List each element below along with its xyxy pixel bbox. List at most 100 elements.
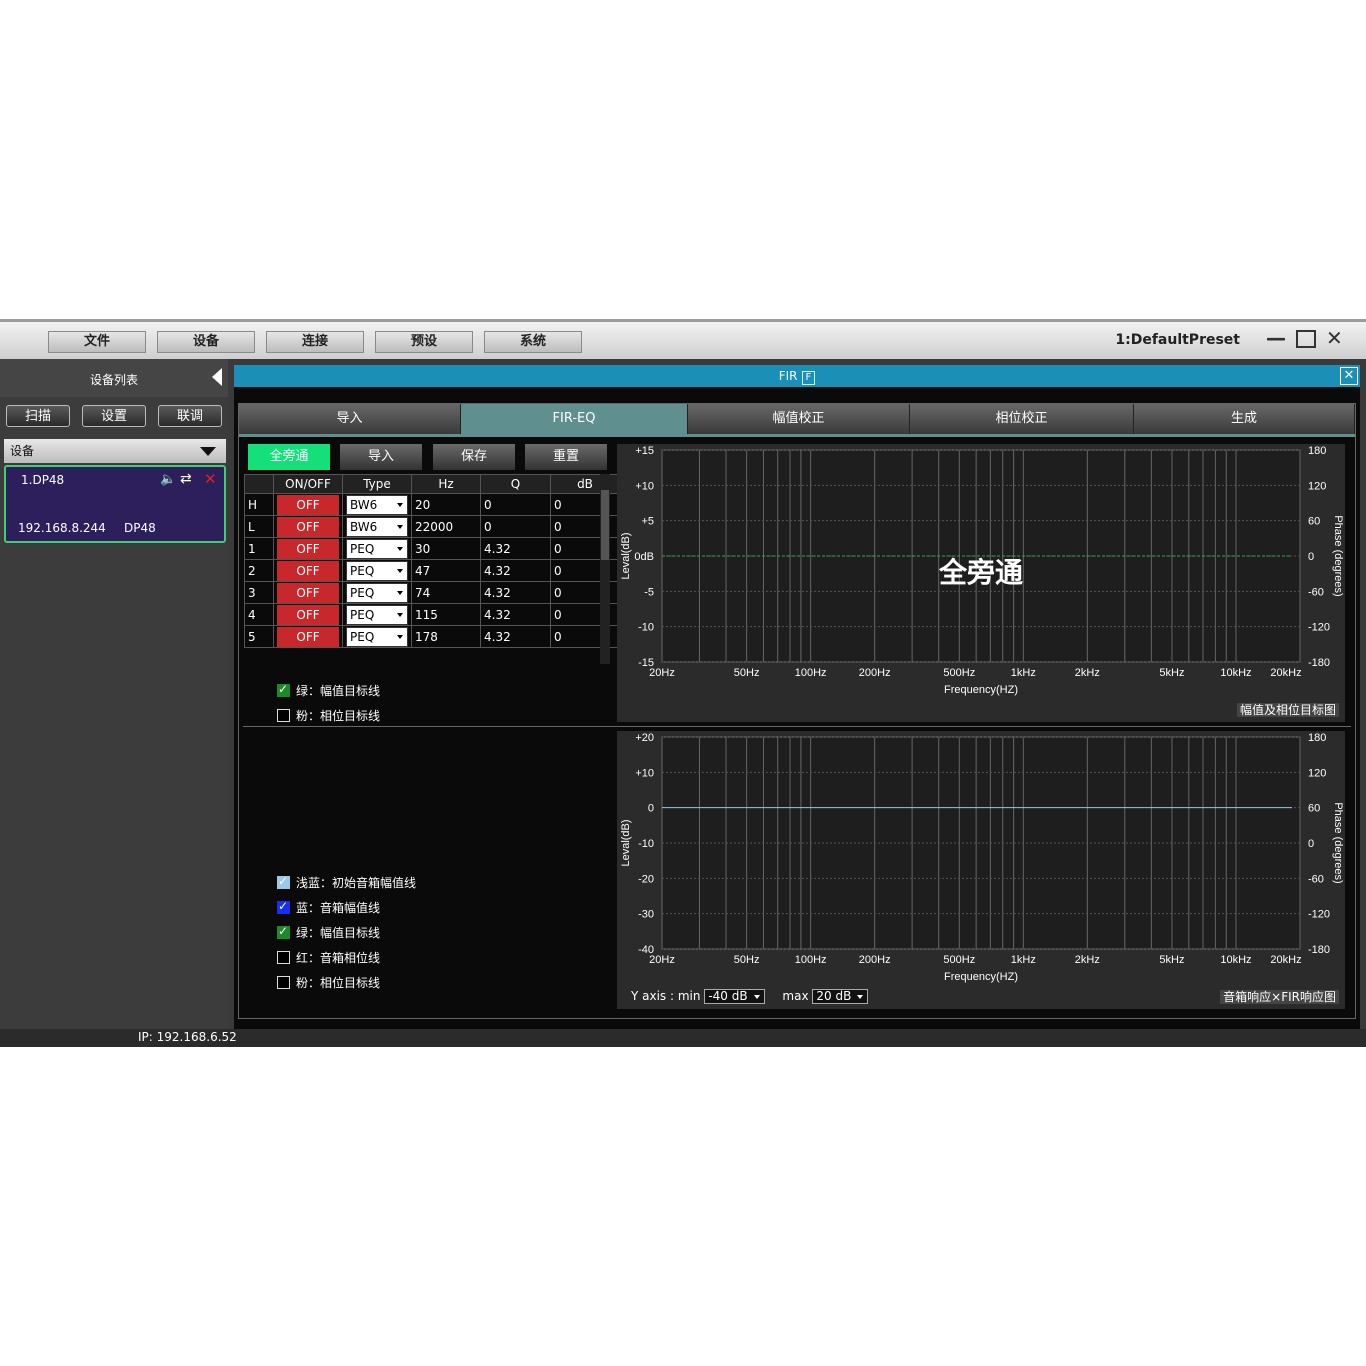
hz-cell[interactable]: 22000 xyxy=(411,515,481,538)
maximize-icon[interactable] xyxy=(1296,330,1316,348)
settings-button[interactable]: 设置 xyxy=(82,405,146,427)
checkbox-icon[interactable] xyxy=(277,709,290,722)
onoff-button[interactable]: OFF xyxy=(273,581,343,604)
device-name: 1.DP48 xyxy=(21,473,65,487)
checkbox-icon[interactable] xyxy=(277,899,290,914)
status-bar: IP: 192.168.6.52 xyxy=(0,1029,1366,1047)
q-cell[interactable]: 4.32 xyxy=(480,537,551,560)
title-bar: 文件 设备 连接 预设 系统 1:DefaultPreset — ✕ xyxy=(0,319,1366,359)
db-cell-text: 0 xyxy=(554,497,562,512)
top-check-1[interactable]: 粉：相位目标线 xyxy=(277,709,380,723)
checkbox-icon[interactable] xyxy=(277,924,290,939)
top-graph-phase-tick: 60 xyxy=(1308,516,1320,528)
q-cell[interactable]: 4.32 xyxy=(480,603,551,626)
row-id: 5 xyxy=(244,625,274,648)
type-select-text: PEQ xyxy=(346,604,408,625)
q-cell[interactable]: 4.32 xyxy=(480,559,551,582)
tab-phase-correction[interactable]: 相位校正 xyxy=(910,404,1134,434)
hz-cell[interactable]: 47 xyxy=(411,559,481,582)
type-select[interactable]: PEQ xyxy=(342,581,412,604)
checkbox-icon[interactable] xyxy=(277,976,290,989)
hz-cell[interactable]: 115 xyxy=(411,603,481,626)
table-scrollbar[interactable] xyxy=(600,474,610,664)
device-dropdown[interactable]: 设备 xyxy=(4,439,226,463)
menu-device[interactable]: 设备 xyxy=(157,331,255,353)
hz-cell[interactable]: 178 xyxy=(411,625,481,648)
scrollbar-thumb[interactable] xyxy=(601,490,609,560)
hz-cell[interactable]: 20 xyxy=(411,493,481,516)
q-cell[interactable]: 4.32 xyxy=(480,581,551,604)
hz-cell[interactable]: 74 xyxy=(411,581,481,604)
fir-content: 导入 FIR-EQ 幅值校正 相位校正 生成 全旁通 导入 保存 重置 ON/O… xyxy=(238,403,1356,1019)
y-axis-max-select[interactable]: 20 dB xyxy=(812,989,869,1004)
bottom-check-0[interactable]: 浅蓝：初始音箱幅值线 xyxy=(277,874,416,890)
collapse-arrow-icon[interactable] xyxy=(212,368,222,386)
sync-icon[interactable]: ⇄ xyxy=(180,471,192,487)
checkbox-icon[interactable] xyxy=(277,951,290,964)
table-header-type: Type xyxy=(342,474,412,494)
close-icon[interactable]: ✕ xyxy=(1326,326,1343,350)
remove-icon[interactable]: ✕ xyxy=(204,470,217,488)
q-cell[interactable]: 4.32 xyxy=(480,625,551,648)
row-id-text: 4 xyxy=(248,607,256,622)
tab-amplitude-correction[interactable]: 幅值校正 xyxy=(688,404,910,434)
onoff-button[interactable]: OFF xyxy=(273,537,343,560)
checkbox-icon[interactable] xyxy=(277,682,290,697)
menu-system[interactable]: 系统 xyxy=(484,331,582,353)
device-card[interactable]: 1.DP48 🔈 ⇄ ✕ 192.168.8.244 DP48 xyxy=(4,465,226,543)
db-cell-text: 0 xyxy=(554,519,562,534)
save-button[interactable]: 保存 xyxy=(433,444,515,470)
onoff-button[interactable]: OFF xyxy=(273,493,343,516)
type-select[interactable]: PEQ xyxy=(342,559,412,582)
check-label: 粉：相位目标线 xyxy=(296,709,381,723)
q-cell[interactable]: 0 xyxy=(480,515,551,538)
q-cell-text: 0 xyxy=(484,497,492,512)
minimize-icon[interactable]: — xyxy=(1266,326,1286,350)
bottom-check-1[interactable]: 蓝：音箱幅值线 xyxy=(277,899,380,915)
top-graph-xtick: 5kHz xyxy=(1159,667,1184,679)
onoff-button-text: OFF xyxy=(277,604,339,625)
menu-file[interactable]: 文件 xyxy=(48,331,146,353)
onoff-button[interactable]: OFF xyxy=(273,625,343,648)
row-id: H xyxy=(244,493,274,516)
speaker-icon[interactable]: 🔈 xyxy=(160,472,176,487)
onoff-button[interactable]: OFF xyxy=(273,559,343,582)
device-dropdown-label: 设备 xyxy=(10,444,35,458)
bottom-graph-ytick: +10 xyxy=(635,767,654,779)
type-select[interactable]: BW6 xyxy=(342,493,412,516)
top-check-0[interactable]: 绿：幅值目标线 xyxy=(277,682,380,698)
section-divider xyxy=(243,726,1351,727)
onoff-button[interactable]: OFF xyxy=(273,603,343,626)
onoff-button-text: OFF xyxy=(277,494,339,515)
onoff-button[interactable]: OFF xyxy=(273,515,343,538)
bottom-check-3[interactable]: 红：音箱相位线 xyxy=(277,951,380,965)
hz-cell[interactable]: 30 xyxy=(411,537,481,560)
bottom-graph-phase-tick: -180 xyxy=(1308,944,1330,956)
type-select[interactable]: BW6 xyxy=(342,515,412,538)
q-cell[interactable]: 0 xyxy=(480,493,551,516)
type-select[interactable]: PEQ xyxy=(342,603,412,626)
hz-cell-text: 22000 xyxy=(415,519,454,534)
q-cell-text: 0 xyxy=(484,519,492,534)
tab-import[interactable]: 导入 xyxy=(239,404,461,434)
y-axis-min-select[interactable]: -40 dB xyxy=(704,989,765,1004)
checkbox-icon[interactable] xyxy=(277,874,290,889)
scan-button[interactable]: 扫描 xyxy=(6,405,70,427)
type-select[interactable]: PEQ xyxy=(342,625,412,648)
bypass-all-button[interactable]: 全旁通 xyxy=(248,444,330,470)
top-graph-xtick: 200Hz xyxy=(859,667,891,679)
link-button[interactable]: 联调 xyxy=(158,405,222,427)
reset-button[interactable]: 重置 xyxy=(525,444,607,470)
bottom-check-4[interactable]: 粉：相位目标线 xyxy=(277,976,380,990)
menu-connect[interactable]: 连接 xyxy=(266,331,364,353)
tab-fir-eq[interactable]: FIR-EQ xyxy=(461,404,688,434)
bottom-check-2[interactable]: 绿：幅值目标线 xyxy=(277,924,380,940)
preset-name: 1:DefaultPreset xyxy=(1115,332,1240,348)
menu-preset[interactable]: 预设 xyxy=(375,331,473,353)
tab-generate[interactable]: 生成 xyxy=(1134,404,1355,434)
type-select[interactable]: PEQ xyxy=(342,537,412,560)
db-cell-text: 0 xyxy=(554,629,562,644)
device-list-title: 设备列表 xyxy=(89,373,138,387)
import-button[interactable]: 导入 xyxy=(340,444,422,470)
fir-close-icon[interactable]: ✕ xyxy=(1340,367,1358,385)
